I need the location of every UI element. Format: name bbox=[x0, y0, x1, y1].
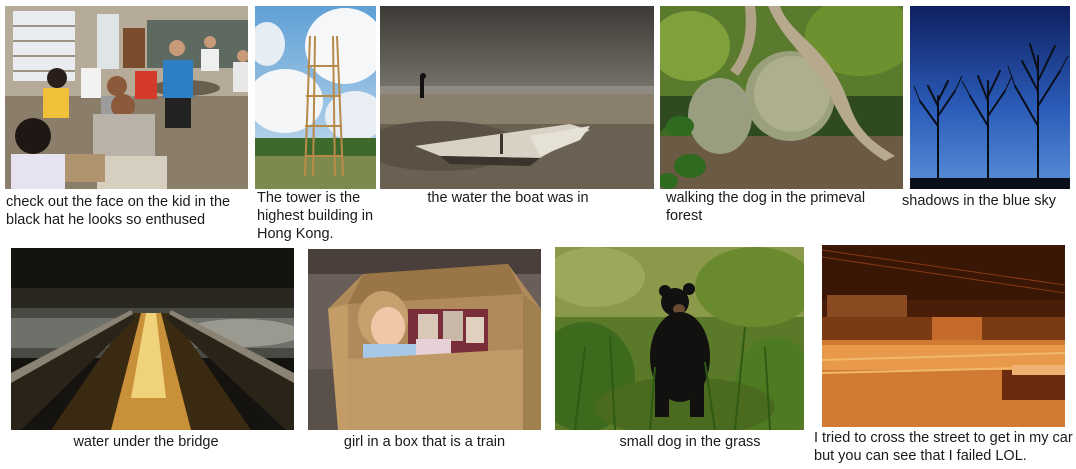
caption-snowy-street: I tried to cross the street to get in my… bbox=[814, 430, 1073, 464]
caption-blue-sky: shadows in the blue sky bbox=[902, 193, 1056, 209]
classroom-photo bbox=[5, 6, 248, 189]
caption-tower: The tower is the highest building in Hon… bbox=[257, 190, 374, 242]
forest-tree-rocks-photo bbox=[660, 6, 903, 189]
beach-boat-photo bbox=[380, 6, 654, 189]
bridge-water-photo bbox=[11, 248, 294, 430]
girl-in-box-photo bbox=[308, 249, 541, 430]
tower-photo bbox=[255, 6, 376, 189]
caption-forest: walking the dog in the primeval forest bbox=[666, 190, 866, 224]
bear-cub-grass-photo bbox=[555, 247, 804, 430]
caption-girl-box: girl in a box that is a train bbox=[343, 434, 506, 450]
caption-bridge: water under the bridge bbox=[73, 434, 219, 450]
snowy-street-night-photo bbox=[822, 245, 1065, 427]
caption-beach-boat: the water the boat was in bbox=[427, 190, 589, 206]
trees-blue-sky-photo bbox=[910, 6, 1070, 189]
caption-bear-cub: small dog in the grass bbox=[619, 434, 761, 450]
caption-classroom: check out the face on the kid in the bla… bbox=[6, 194, 231, 228]
